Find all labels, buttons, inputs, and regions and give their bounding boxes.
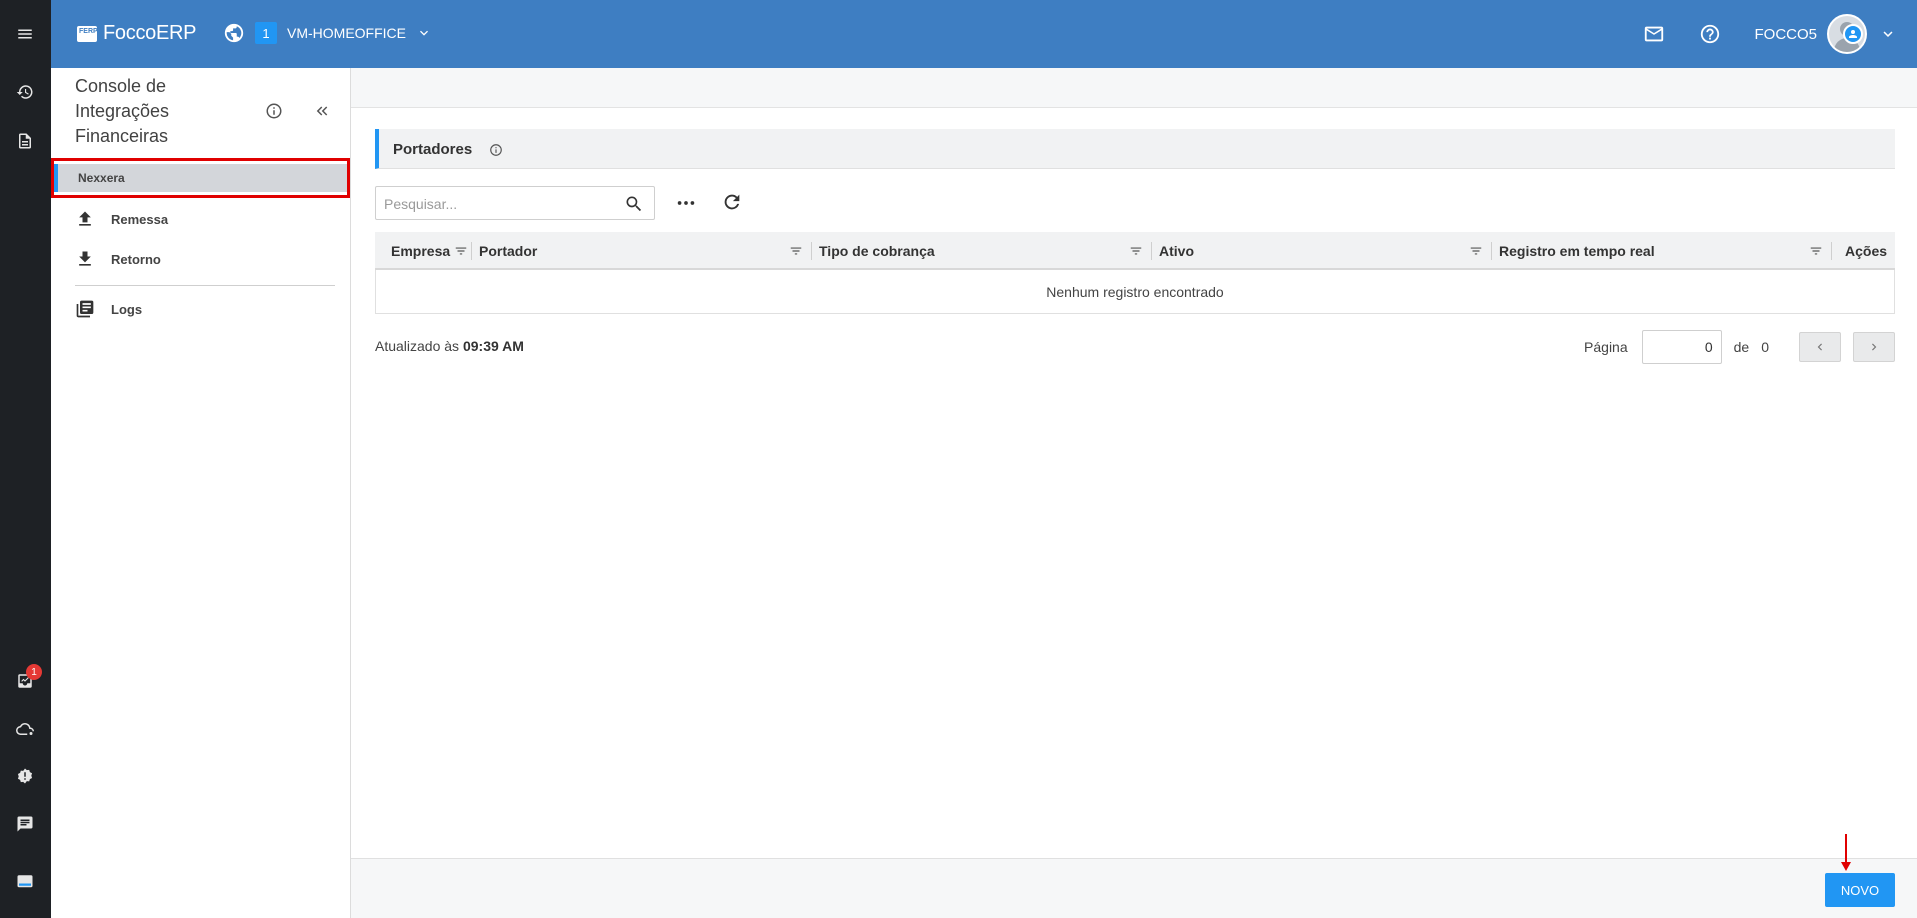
history-icon[interactable] [13,80,37,104]
next-page-button[interactable] [1853,332,1895,362]
footer-bar: NOVO [351,858,1917,918]
search-icon[interactable] [624,194,644,214]
filter-icon[interactable] [454,244,468,258]
document-icon[interactable] [13,129,37,153]
menu-icon[interactable] [13,22,37,46]
chevron-left-icon [1817,343,1822,351]
environment-selector[interactable]: 1 VM-HOMEOFFICE [223,22,432,44]
logo-text: FoccoERP [103,22,197,44]
mail-icon[interactable] [1642,22,1666,46]
column-header-ativo[interactable]: Ativo [1151,232,1491,270]
sidebar-item-retorno[interactable]: Retorno [75,246,161,272]
new-button[interactable]: NOVO [1825,873,1895,907]
panel-header: Portadores [375,129,1895,169]
cloud-settings-icon[interactable] [13,717,37,741]
logo-badge: FERP [77,25,98,42]
filter-icon[interactable] [789,244,803,258]
filter-icon[interactable] [1469,244,1483,258]
page-label: Página [1584,339,1628,355]
sidebar-item-label: Retorno [111,251,161,267]
tab-strip [351,68,1917,108]
total-pages: 0 [1761,339,1769,355]
search-box [375,186,655,220]
download-icon [79,251,91,266]
ferp-brand-icon[interactable] [13,870,37,894]
user-menu-chevron-icon[interactable] [1879,25,1897,43]
sidebar-item-remessa[interactable]: Remessa [75,206,168,232]
notification-badge: 1 [26,664,42,680]
column-header-tipo-cobranca[interactable]: Tipo de cobrança [811,232,1151,270]
more-options-icon[interactable] [675,192,697,214]
column-header-portador[interactable]: Portador [471,232,811,270]
table-header: Empresa Portador Tipo de cobrança Ativo … [375,232,1895,270]
chevron-right-icon [1872,343,1877,351]
filter-icon[interactable] [1129,244,1143,258]
panel-title: Portadores [393,141,473,158]
globe-icon [224,23,244,43]
chat-icon[interactable] [13,812,37,836]
sidebar-divider [75,285,335,286]
help-icon[interactable] [1698,22,1722,46]
side-panel-title: Console de Integrações Financeiras [75,76,170,146]
app-rail: 1 [0,0,51,918]
sidebar-item-logs[interactable]: Logs [75,296,142,322]
filter-icon[interactable] [1809,244,1823,258]
main-content: Portadores Empresa Portador Tipo de cobr… [351,68,1917,918]
chevron-down-icon [420,30,428,36]
sidebar-item-label: Logs [111,301,143,317]
column-header-registro-tempo-real[interactable]: Registro em tempo real [1491,232,1831,270]
of-label: de [1733,339,1750,355]
search-input[interactable] [384,195,614,213]
top-header: FERP FoccoERP 1 VM-HOMEOFFICE FOCCO5 [51,0,1917,68]
page-number-input[interactable] [1641,330,1722,364]
sidebar-item-label: Nexxera [78,171,125,185]
user-name[interactable]: FOCCO5 [1754,26,1817,43]
account-badge-icon [1843,24,1863,44]
previous-page-button[interactable] [1799,332,1841,362]
info-icon[interactable] [265,102,283,120]
alert-icon[interactable] [13,764,37,788]
logs-icon [76,300,94,318]
pagination: Página de 0 [1584,330,1895,364]
app-logo[interactable]: FERP FoccoERP [77,22,196,45]
header-actions: FOCCO5 [1642,0,1917,68]
column-header-empresa[interactable]: Empresa [391,232,471,270]
sidebar-item-nexxera[interactable]: Nexxera [51,158,350,198]
refresh-icon[interactable] [721,191,743,213]
info-icon[interactable] [489,143,503,157]
sidebar-item-label: Remessa [111,211,169,227]
upload-icon [79,211,91,226]
collapse-icon[interactable] [313,102,331,120]
empty-message: Nenhum registro encontrado [375,270,1895,314]
column-header-acoes: Ações [1831,232,1895,270]
environment-name: VM-HOMEOFFICE [287,25,406,41]
side-panel: Console de Integrações Financeiras Nexxe… [51,68,351,918]
environment-number: 1 [255,22,277,44]
annotation-arrow [1841,834,1851,874]
last-updated: Atualizado às 09:39 AM [375,338,524,354]
